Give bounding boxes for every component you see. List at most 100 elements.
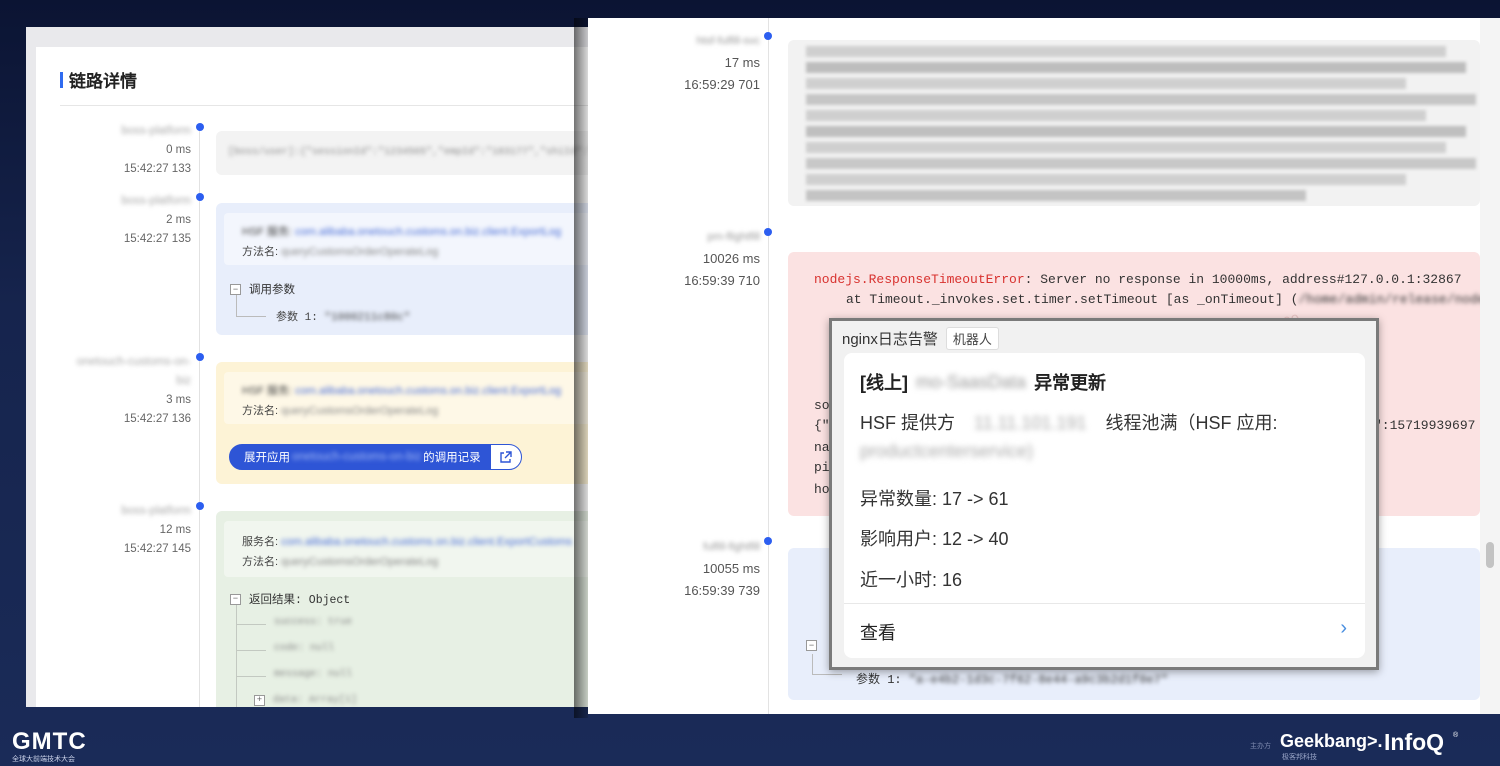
method-value: queryCustomsOrderOperateLog [281, 556, 439, 568]
trace-detail-screenshot: 链路详情 boss-platform 0 ms 15:42:27 133 [bo… [26, 27, 588, 707]
collapse-toggle-icon[interactable]: − [230, 593, 241, 605]
title-suffix: 异常更新 [1034, 373, 1107, 393]
geekbang-logo: Geekbang>. [1280, 731, 1383, 751]
duration: 17 ms [724, 55, 760, 70]
tree-label: 调用参数 [249, 284, 295, 296]
expand-suffix: 的调用记录 [423, 452, 481, 464]
hsf-label: HSF 服务: [242, 385, 293, 397]
timeline-dot [764, 32, 772, 40]
tree-branch-line [236, 624, 266, 625]
timestamp: 15:42:27 145 [123, 543, 191, 555]
hsf-address: 11.11.101.191 [974, 413, 1087, 433]
chevron-right-icon[interactable]: › [1340, 617, 1347, 640]
method-row: 方法名: queryCustomsOrderOperateLog [242, 553, 438, 569]
param-label: 参数 1: [856, 673, 902, 687]
timeline-meta: boss-platform 12 ms 15:42:27 145 [76, 502, 191, 559]
error-message: : Server no response in 10000ms, address… [1024, 272, 1462, 287]
collapse-toggle-icon[interactable]: − [230, 283, 241, 295]
timestamp: 16:59:39 710 [684, 273, 760, 288]
param-value: "a-e4b2-1d3c-7f62-8e44-a9c3b2d1f0e7" [908, 673, 1169, 687]
alert-message-card[interactable]: [线上] mo-SaasData 异常更新 HSF 提供方 11.11.101.… [844, 353, 1365, 658]
robot-tag: 机器人 [945, 327, 999, 350]
scrollbar-track[interactable] [1480, 18, 1500, 714]
gmtc-subtitle: 全球大前端技术大会 [12, 756, 75, 763]
card-divider [844, 603, 1365, 604]
partial-line: {" [814, 418, 830, 433]
duration: 12 ms [159, 524, 191, 536]
tree-branch-line [236, 316, 266, 317]
alert-notification-popup[interactable]: nginx日志告警 机器人 [线上] mo-SaasData 异常更新 HSF … [829, 318, 1379, 670]
result-child: message: null [274, 669, 353, 680]
pixelated-log-card [788, 40, 1480, 206]
param-value: "1000211c80c" [324, 312, 411, 324]
expand-app-call-records-button[interactable]: 展开应用 onetouch-customs-on-biz 的调用记录 [229, 444, 522, 470]
log-content: [boss/user]:{"sessionId":"1234565","empI… [228, 147, 588, 158]
service-name: boss-platform [121, 125, 191, 137]
hsf-service-row: HSF 服务: com.alibaba.onetouch.customs.on.… [242, 223, 561, 239]
result-child: data: Array[1] [273, 695, 358, 706]
expand-toggle-icon[interactable]: + [254, 695, 265, 706]
timeline-line [199, 127, 200, 707]
collapse-toggle-icon[interactable]: − [806, 640, 817, 651]
title-divider [60, 105, 588, 106]
hsf-service-link[interactable]: com.alibaba.onetouch.customs.on.biz.clie… [295, 385, 561, 397]
result-child: code: null [274, 643, 335, 654]
service-label: 服务名: [242, 536, 279, 548]
tree-node-params[interactable]: − 调用参数 [230, 281, 295, 297]
panel-shadow [574, 18, 588, 718]
service-name: boss-platform [121, 195, 191, 207]
organizer-label: 主办方 [1250, 743, 1271, 750]
tree-node-data[interactable]: + data: Array[1] [254, 695, 357, 706]
method-label: 方法名: [242, 405, 279, 417]
param-row: 参数 1: "1000211c80c" [276, 308, 410, 324]
timestamp: 15:42:27 135 [123, 233, 191, 245]
stack-line: at Timeout._invokes.set.timer.setTimeout… [846, 292, 1480, 307]
hsf-result-card: 服务名: com.alibaba.onetouch.customs.on.biz… [216, 511, 588, 707]
tree-branch-line [236, 650, 266, 651]
timestamp: 15:42:27 133 [123, 163, 191, 175]
page-title: 链路详情 [69, 72, 137, 91]
timestamp: 16:59:29 701 [684, 77, 760, 92]
timestamp-fragment: ":15719939697 [1374, 418, 1476, 433]
hsf-prefix: HSF 提供方 [860, 413, 956, 433]
timestamp: 15:42:27 136 [123, 413, 191, 425]
service-link[interactable]: com.alibaba.onetouch.customs.on.biz.clie… [281, 536, 572, 548]
service-name: pm-flightfill [707, 231, 760, 243]
method-label: 方法名: [242, 556, 279, 568]
timeline-meta: fulfill-fightfill 10055 ms 16:59:39 739 [600, 536, 760, 602]
service-name: htsf-fulfill-svc [696, 35, 760, 47]
method-row: 方法名: queryCustomsOrderOperateLog [242, 402, 438, 418]
param-label: 参数 1: [276, 312, 318, 324]
external-link-icon[interactable] [490, 445, 521, 469]
hsf-app-name: productcenterservice) [860, 441, 1034, 461]
log-card: [boss/user]:{"sessionId":"1234565","empI… [216, 131, 588, 175]
duration: 10055 ms [702, 561, 760, 576]
partial-line: so [814, 398, 830, 413]
popup-header: nginx日志告警 机器人 [842, 327, 999, 350]
partial-line: pi [814, 460, 830, 475]
service-name: boss-platform [121, 505, 191, 517]
tree-node-result[interactable]: − 返回结果: Object [230, 591, 350, 607]
geekbang-subtitle: 极客邦科技 [1282, 754, 1317, 761]
partial-line: na [814, 440, 830, 455]
hsf-service-link[interactable]: com.alibaba.onetouch.customs.on.biz.clie… [295, 226, 561, 238]
scrollbar-thumb[interactable] [1486, 542, 1494, 568]
timeline-dot [196, 353, 204, 361]
infoq-logo: InfoQ [1384, 729, 1445, 755]
hsf-provider-line: HSF 提供方 11.11.101.191 线程池满（HSF 应用: [860, 409, 1278, 435]
service-row: 服务名: com.alibaba.onetouch.customs.on.biz… [242, 533, 572, 549]
timestamp: 16:59:39 739 [684, 583, 760, 598]
trace-detail-card: 链路详情 boss-platform 0 ms 15:42:27 133 [bo… [36, 47, 588, 707]
tree-branch-line [236, 676, 266, 677]
view-button[interactable]: 查看 [860, 619, 896, 645]
hsf-suffix: 线程池满（HSF 应用: [1105, 413, 1278, 433]
param-row: 参数 1: "a-e4b2-1d3c-7f62-8e44-a9c3b2d1f0e… [856, 670, 1168, 687]
affected-users: 影响用户: 12 -> 40 [860, 529, 1009, 549]
timeline-dot [764, 537, 772, 545]
timeline-meta: htsf-fulfill-svc 17 ms 16:59:29 701 [600, 30, 760, 96]
result-child: success: true [274, 617, 353, 628]
timeline-dot [196, 502, 204, 510]
gmtc-logo: GMTC [12, 728, 87, 755]
title-app: mo-SaasData [916, 371, 1027, 392]
method-value: queryCustomsOrderOperateLog [281, 405, 439, 417]
